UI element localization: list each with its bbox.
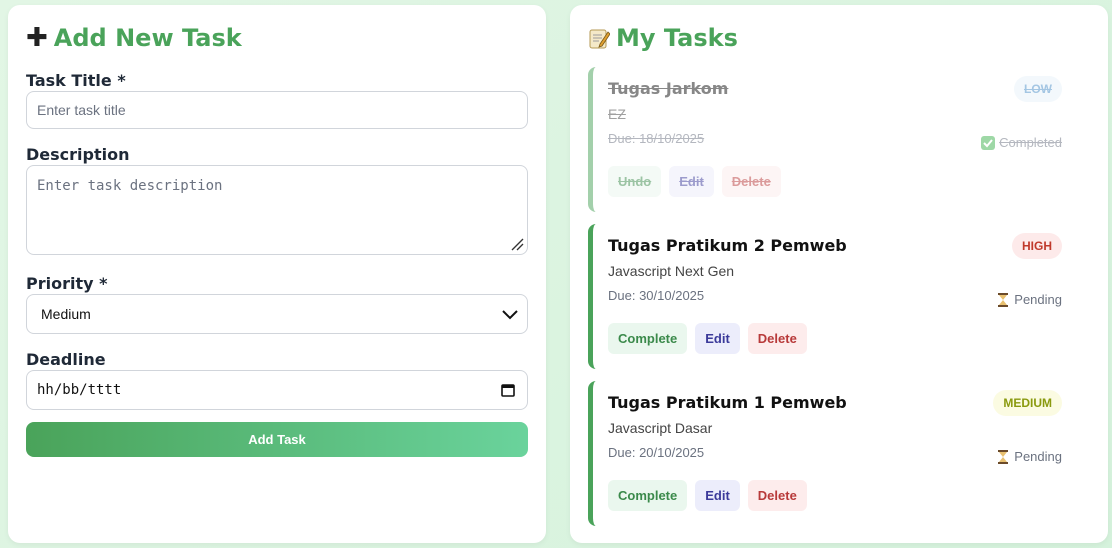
plus-icon: ✚ bbox=[26, 23, 48, 53]
edit-button[interactable]: Edit bbox=[669, 166, 714, 197]
task-description: Javascript Next Gen bbox=[608, 263, 735, 279]
description-textarea[interactable]: Enter task description bbox=[26, 165, 528, 255]
chevron-down-icon bbox=[502, 310, 518, 320]
hourglass-icon bbox=[998, 449, 1009, 464]
complete-button[interactable]: Complete bbox=[608, 323, 688, 354]
priority-label: Priority * bbox=[26, 274, 108, 293]
task-card: Tugas Pratikum 1 Pemweb Javascript Dasar… bbox=[588, 381, 1090, 526]
delete-button[interactable]: Delete bbox=[747, 323, 807, 354]
delete-button[interactable]: Delete bbox=[721, 166, 781, 197]
priority-badge: HIGH bbox=[1012, 233, 1062, 259]
description-placeholder: Enter task description bbox=[37, 178, 223, 194]
add-task-panel: ✚ Add New Task Task Title * Enter task t… bbox=[8, 5, 546, 543]
task-status: Completed bbox=[981, 135, 1062, 150]
edit-button[interactable]: Edit bbox=[695, 323, 740, 354]
task-title: Tugas Pratikum 1 Pemweb bbox=[608, 393, 847, 412]
add-task-button[interactable]: Add Task bbox=[26, 422, 528, 457]
complete-button[interactable]: Complete bbox=[608, 480, 688, 511]
delete-button[interactable]: Delete bbox=[747, 480, 807, 511]
task-card: Tugas Jarkom EZ Due: 18/10/2025 LOW Comp… bbox=[588, 67, 1090, 212]
task-actions: Complete Edit Delete bbox=[608, 323, 807, 354]
edit-button[interactable]: Edit bbox=[695, 480, 740, 511]
task-actions: Undo Edit Delete bbox=[608, 166, 781, 197]
priority-select[interactable]: Medium bbox=[26, 294, 528, 334]
memo-icon bbox=[589, 29, 610, 49]
status-label: Pending bbox=[1014, 292, 1062, 307]
task-status: Pending bbox=[996, 292, 1062, 307]
task-description: Javascript Dasar bbox=[608, 420, 713, 436]
task-card: Tugas Pratikum 2 Pemweb Javascript Next … bbox=[588, 224, 1090, 369]
undo-button[interactable]: Undo bbox=[608, 166, 662, 197]
task-actions: Complete Edit Delete bbox=[608, 480, 807, 511]
task-due-date: Due: 20/10/2025 bbox=[608, 445, 705, 460]
description-label: Description bbox=[26, 145, 130, 164]
task-due-date: Due: 18/10/2025 bbox=[608, 131, 705, 146]
task-title: Tugas Pratikum 2 Pemweb bbox=[608, 236, 847, 255]
check-icon bbox=[981, 135, 996, 150]
task-title-label: Task Title * bbox=[26, 71, 126, 90]
task-description: EZ bbox=[608, 106, 626, 122]
deadline-label: Deadline bbox=[26, 350, 106, 369]
task-status: Pending bbox=[996, 449, 1062, 464]
task-due-date: Due: 30/10/2025 bbox=[608, 288, 705, 303]
deadline-value: hh/bb/tttt bbox=[37, 382, 122, 398]
deadline-input[interactable]: hh/bb/tttt bbox=[26, 370, 528, 410]
form-heading: ✚ Add New Task bbox=[26, 24, 242, 52]
priority-badge: LOW bbox=[1014, 76, 1062, 102]
task-title-input[interactable]: Enter task title bbox=[26, 91, 528, 129]
list-heading: My Tasks bbox=[588, 24, 738, 52]
priority-badge: MEDIUM bbox=[993, 390, 1062, 416]
resize-grip-icon[interactable] bbox=[510, 237, 524, 251]
form-title: Add New Task bbox=[53, 24, 242, 52]
task-title-placeholder: Enter task title bbox=[37, 102, 126, 118]
status-label: Completed bbox=[999, 135, 1062, 150]
list-title: My Tasks bbox=[616, 24, 738, 52]
status-label: Pending bbox=[1014, 449, 1062, 464]
task-list-panel: My Tasks Tugas Jarkom EZ Due: 18/10/2025… bbox=[570, 5, 1108, 543]
hourglass-icon bbox=[998, 292, 1009, 307]
task-title: Tugas Jarkom bbox=[608, 79, 729, 98]
priority-selected-value: Medium bbox=[41, 306, 91, 322]
calendar-icon[interactable] bbox=[501, 383, 515, 397]
